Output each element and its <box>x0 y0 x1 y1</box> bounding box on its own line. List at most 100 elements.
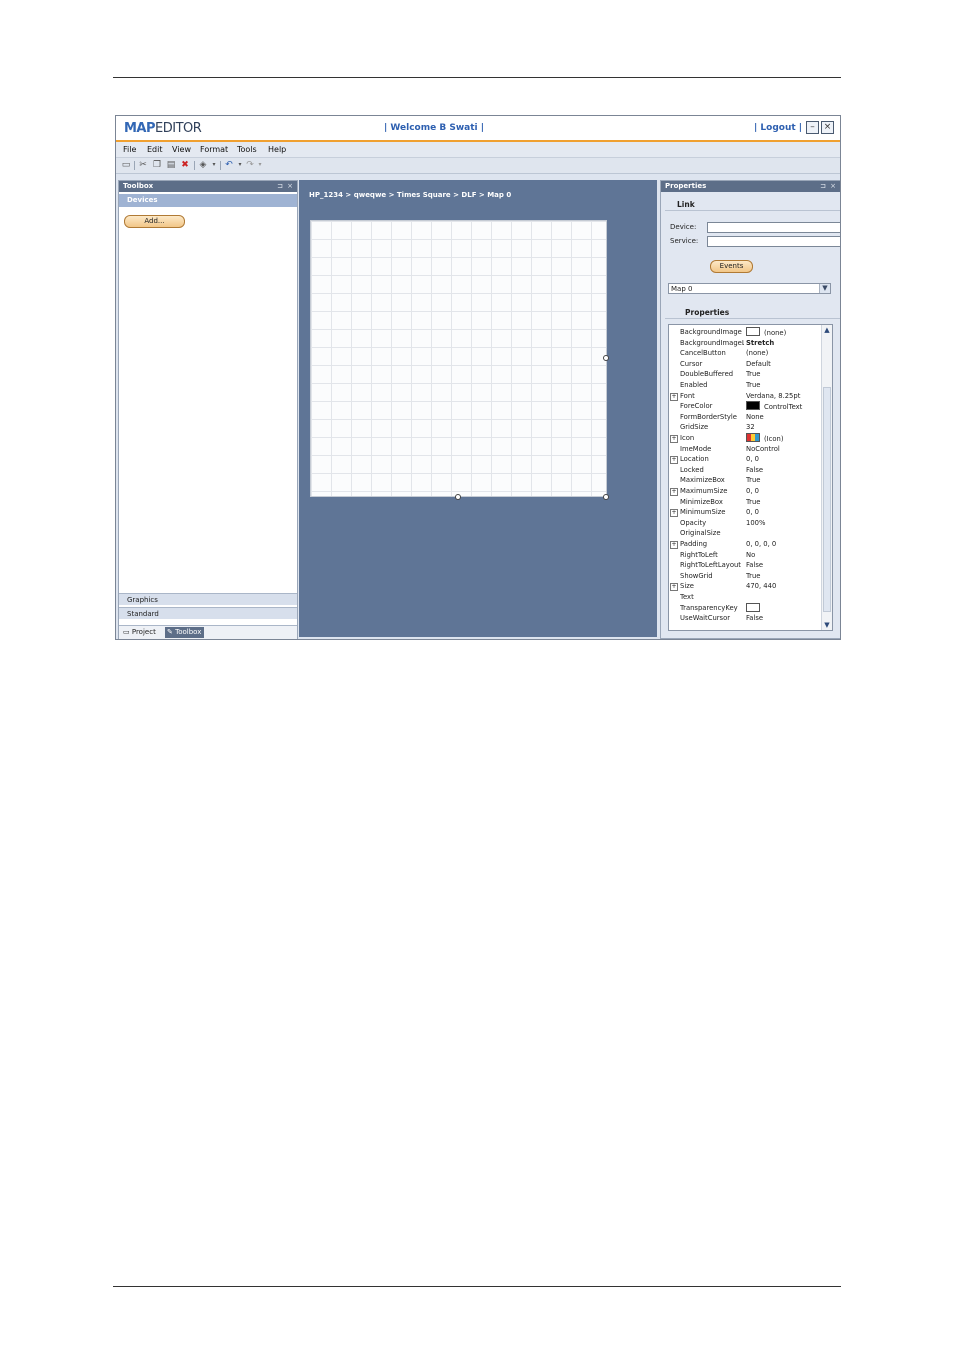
pin-icon[interactable]: ⊐ <box>820 181 826 192</box>
service-input[interactable] <box>707 236 840 247</box>
tab-project[interactable]: ▭ Project <box>121 627 159 638</box>
property-row[interactable]: Text <box>669 592 820 603</box>
property-value[interactable]: True <box>746 380 822 391</box>
property-row[interactable]: OriginalSize <box>669 528 820 539</box>
devices-section-header[interactable]: Devices <box>119 194 297 207</box>
property-row[interactable]: ForeColor ControlText <box>669 401 820 412</box>
paste-icon[interactable]: ▤ <box>166 160 176 170</box>
property-value[interactable]: 470, 440 <box>746 581 822 592</box>
property-value[interactable]: (none) <box>746 348 822 359</box>
save-icon[interactable]: ▭ <box>121 160 131 170</box>
property-row[interactable]: + Font Verdana, 8.25pt <box>669 391 820 402</box>
property-row[interactable]: ShowGrid True <box>669 571 820 582</box>
expand-icon[interactable]: + <box>670 509 678 518</box>
property-row[interactable]: GridSize 32 <box>669 422 820 433</box>
property-value[interactable]: Stretch <box>746 338 822 349</box>
copy-icon[interactable]: ❐ <box>152 160 162 170</box>
property-row[interactable]: BackgroundImage (none) <box>669 327 820 338</box>
tab-toolbox[interactable]: ✎ Toolbox <box>165 627 205 638</box>
expand-icon[interactable]: + <box>670 541 678 549</box>
expand-icon[interactable]: + <box>670 583 678 592</box>
property-row[interactable]: + Location 0, 0 <box>669 454 820 465</box>
graphics-category[interactable]: Graphics <box>119 593 297 605</box>
expand-icon[interactable]: + <box>670 435 678 443</box>
redo-icon[interactable]: ↷ <box>245 160 255 170</box>
close-button[interactable]: × <box>821 121 834 134</box>
property-row[interactable]: + Padding 0, 0, 0, 0 <box>669 539 820 550</box>
property-row[interactable]: MaximizeBox True <box>669 475 820 486</box>
property-row[interactable]: RightToLeft No <box>669 550 820 561</box>
property-grid-scrollbar[interactable]: ▲ ▼ <box>821 325 832 630</box>
cut-icon[interactable]: ✂ <box>138 160 148 170</box>
property-value[interactable]: False <box>746 465 822 476</box>
property-value[interactable]: True <box>746 369 822 380</box>
redo-dropdown-icon[interactable]: ▾ <box>255 160 265 170</box>
scroll-down-icon[interactable]: ▼ <box>822 620 832 630</box>
property-row[interactable]: + Size 470, 440 <box>669 581 820 592</box>
property-row[interactable]: FormBorderStyle None <box>669 412 820 423</box>
menu-format[interactable]: Format <box>200 145 228 154</box>
standard-category[interactable]: Standard <box>119 607 297 619</box>
logout-link[interactable]: | Logout | <box>754 123 802 133</box>
menu-view[interactable]: View <box>172 145 191 154</box>
property-row[interactable]: DoubleBuffered True <box>669 369 820 380</box>
undo-icon[interactable]: ↶ <box>224 160 234 170</box>
expand-icon[interactable]: + <box>670 392 678 401</box>
chevron-down-icon[interactable]: ▼ <box>819 284 830 293</box>
property-row[interactable]: + Icon (Icon) <box>669 433 820 444</box>
property-row[interactable]: BackgroundImageLayoutStretch <box>669 338 820 349</box>
property-value[interactable]: True <box>746 497 822 508</box>
menu-file[interactable]: File <box>123 145 136 154</box>
close-icon[interactable]: × <box>287 181 293 192</box>
format-dropdown-icon[interactable]: ▾ <box>209 160 219 170</box>
scroll-up-icon[interactable]: ▲ <box>822 325 832 335</box>
delete-icon[interactable]: ✖ <box>180 160 190 170</box>
property-row[interactable]: MinimizeBox True <box>669 497 820 508</box>
property-row[interactable]: Enabled True <box>669 380 820 391</box>
property-value[interactable]: 0, 0 <box>746 486 822 497</box>
resize-handle-right[interactable] <box>603 355 609 361</box>
property-value[interactable]: 0, 0 <box>746 454 822 465</box>
property-value[interactable]: 0, 0 <box>746 507 822 518</box>
format-icon[interactable]: ◈ <box>198 160 208 170</box>
property-value[interactable]: True <box>746 571 822 582</box>
resize-handle-bottom[interactable] <box>455 494 461 500</box>
property-row[interactable]: ImeMode NoControl <box>669 444 820 455</box>
property-value[interactable]: True <box>746 475 822 486</box>
property-value[interactable]: 0, 0, 0, 0 <box>746 539 822 550</box>
property-row[interactable]: UseWaitCursor False <box>669 613 820 624</box>
property-value[interactable]: None <box>746 412 822 423</box>
menu-tools[interactable]: Tools <box>237 145 257 154</box>
property-row[interactable]: Locked False <box>669 465 820 476</box>
close-icon[interactable]: × <box>830 181 836 192</box>
property-value[interactable]: 100% <box>746 518 822 529</box>
device-input[interactable] <box>707 222 840 233</box>
property-row[interactable]: Opacity 100% <box>669 518 820 529</box>
property-value[interactable]: 32 <box>746 422 822 433</box>
property-value[interactable]: NoControl <box>746 444 822 455</box>
property-row[interactable]: RightToLeftLayout False <box>669 560 820 571</box>
menu-help[interactable]: Help <box>268 145 286 154</box>
add-device-button[interactable]: Add... <box>124 215 185 228</box>
property-value[interactable]: No <box>746 550 822 561</box>
property-row[interactable]: + MinimumSize 0, 0 <box>669 507 820 518</box>
property-value[interactable]: Verdana, 8.25pt <box>746 391 822 402</box>
property-row[interactable]: Cursor Default <box>669 359 820 370</box>
map-canvas[interactable] <box>310 220 607 497</box>
undo-dropdown-icon[interactable]: ▾ <box>235 160 245 170</box>
events-button[interactable]: Events <box>710 260 753 273</box>
expand-icon[interactable]: + <box>670 488 678 496</box>
menu-edit[interactable]: Edit <box>147 145 163 154</box>
property-value[interactable]: False <box>746 560 822 571</box>
pin-icon[interactable]: ⊐ <box>277 181 283 192</box>
object-select[interactable]: Map 0 ▼ <box>668 283 831 294</box>
property-row[interactable]: TransparencyKey <box>669 602 820 614</box>
minimize-button[interactable]: – <box>806 121 819 134</box>
property-value[interactable]: Default <box>746 359 822 370</box>
property-value[interactable]: False <box>746 613 822 624</box>
scrollbar-thumb[interactable] <box>823 387 831 612</box>
resize-handle-corner[interactable] <box>603 494 609 500</box>
property-row[interactable]: CancelButton (none) <box>669 348 820 359</box>
expand-icon[interactable]: + <box>670 456 678 465</box>
property-row[interactable]: + MaximumSize 0, 0 <box>669 486 820 497</box>
